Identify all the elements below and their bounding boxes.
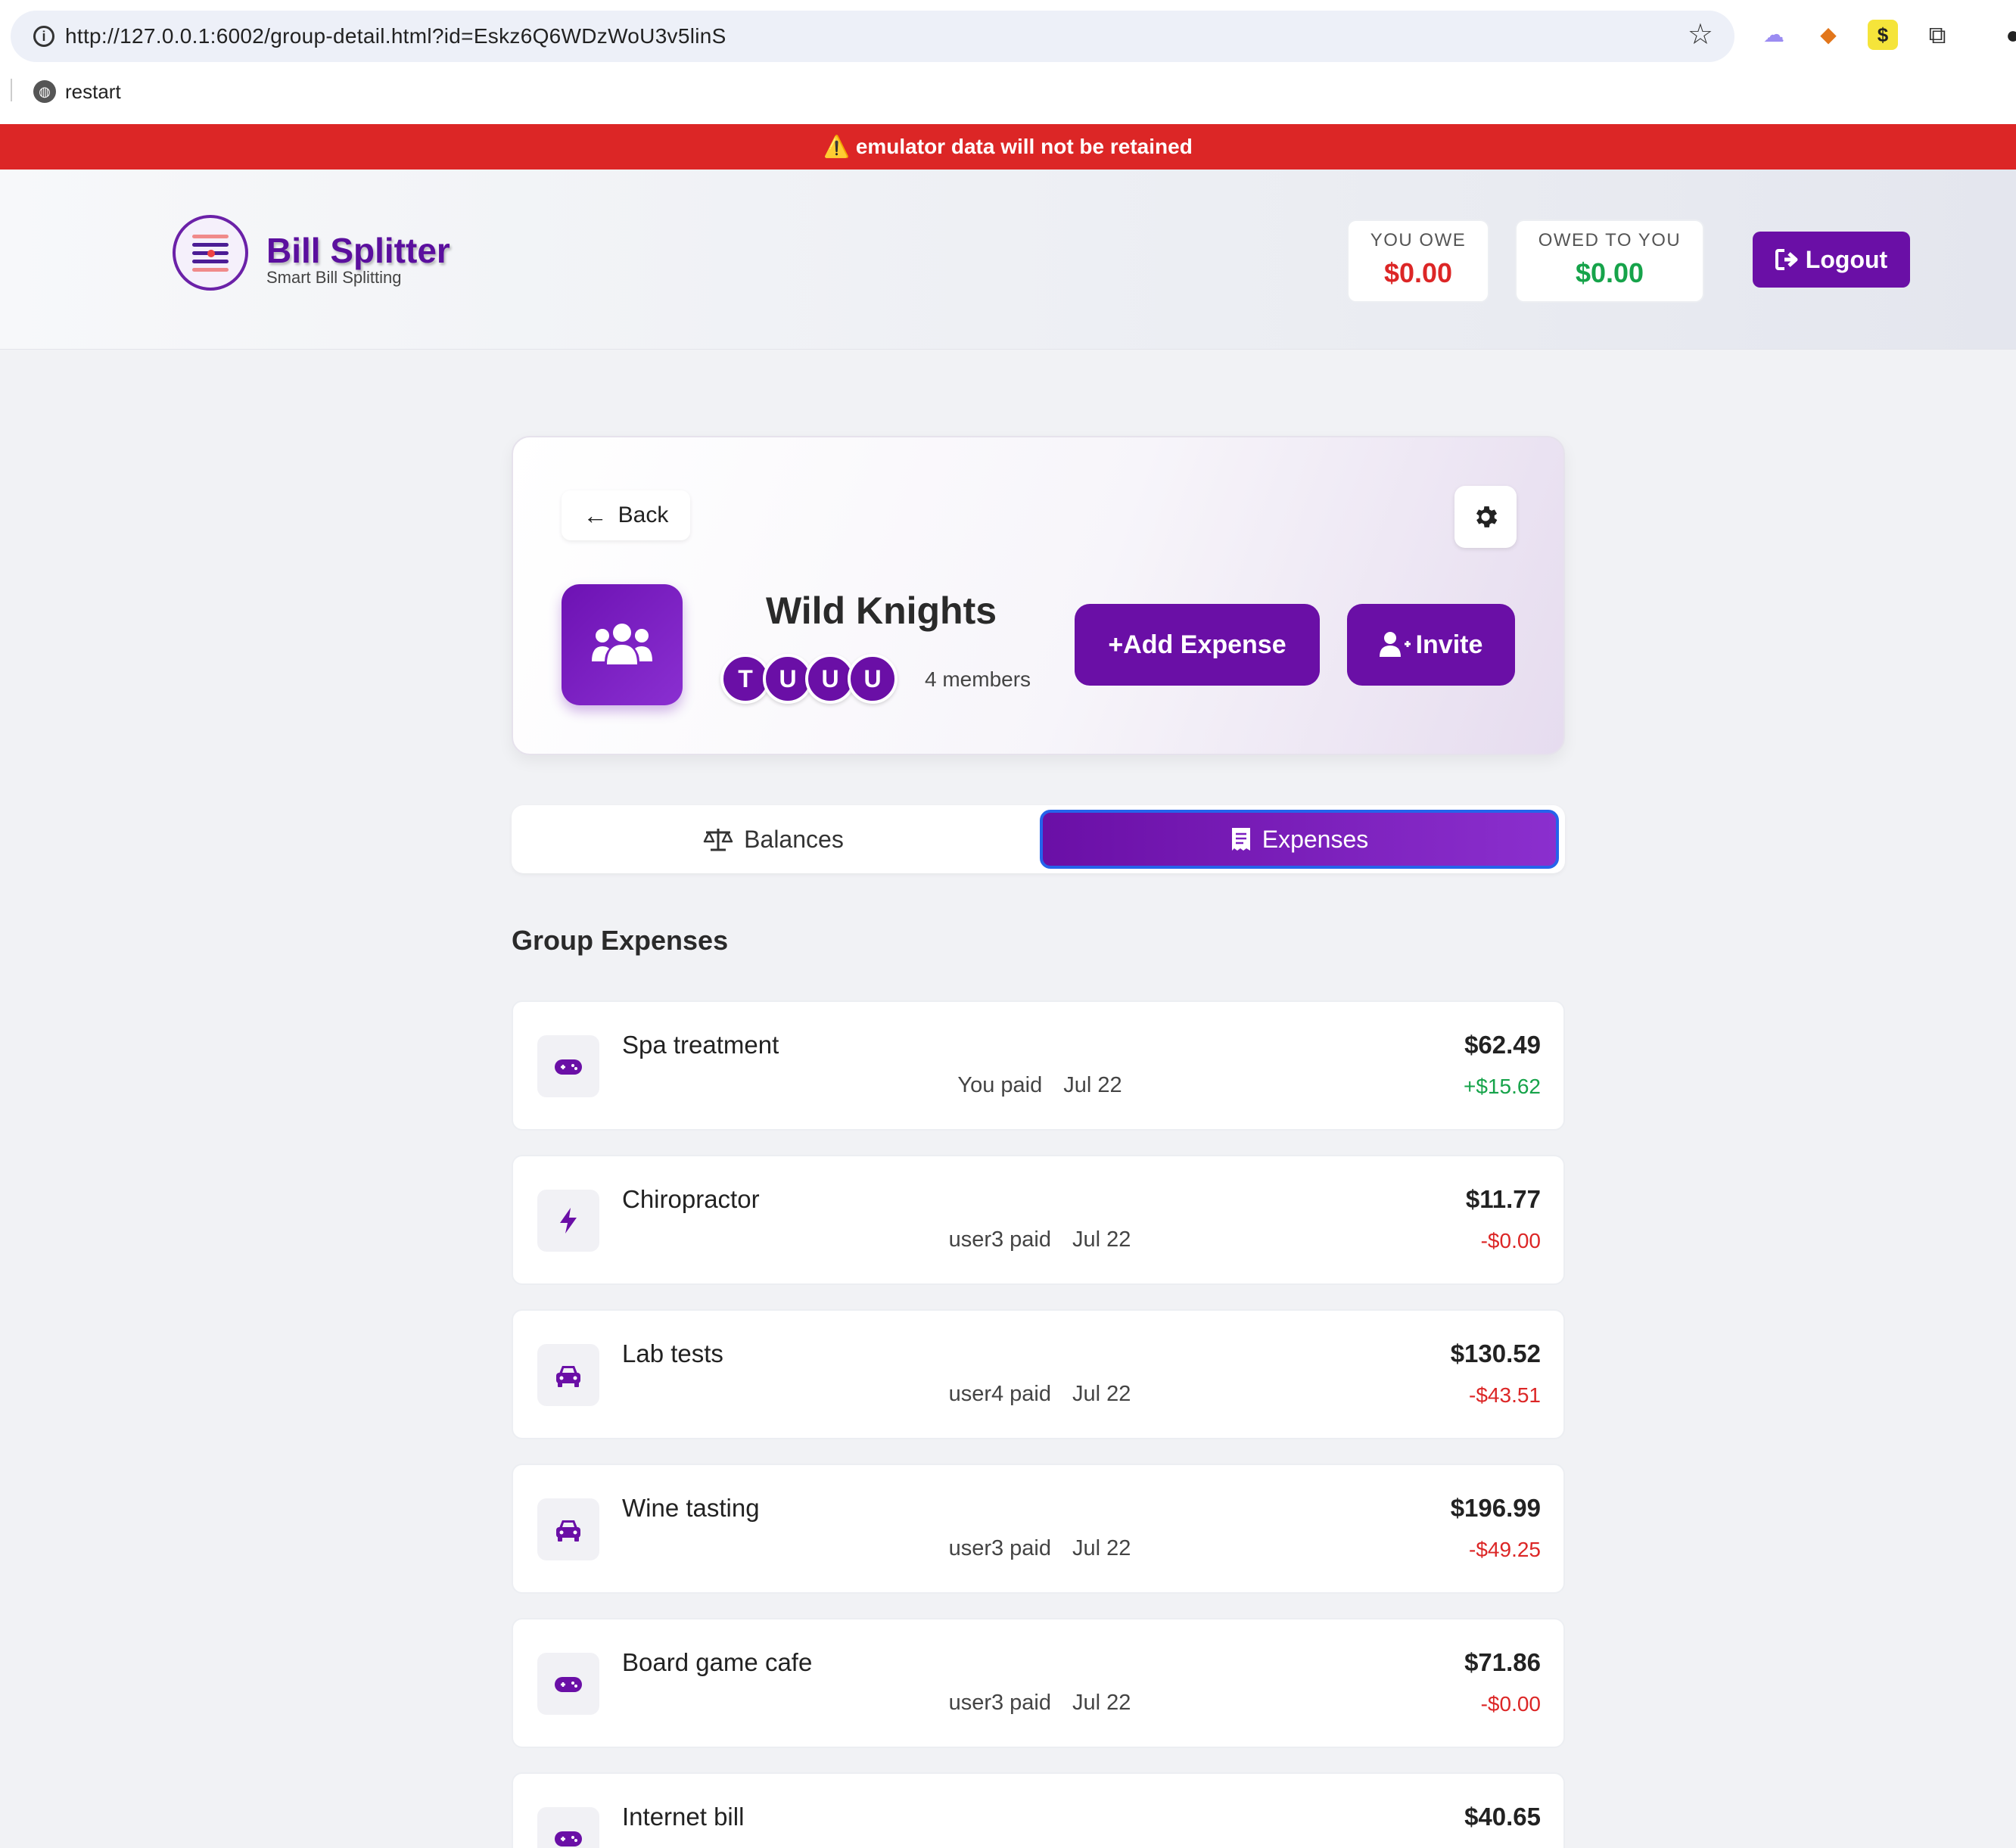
expense-meta: user3 paid Jul 22 [513,1536,1566,1561]
user-plus-icon [1379,632,1411,657]
expense-amount: $62.49 [1464,1031,1541,1059]
expense-row[interactable]: Spa treatment You paid Jul 22 $62.49 +$15… [512,1000,1565,1131]
bookmark-star-icon[interactable]: ☆ [1688,20,1713,50]
fox-extension-icon[interactable]: ◆ [1813,20,1843,50]
receipt-icon [1231,828,1250,851]
brand-title: Bill Splitter [266,231,450,270]
back-button[interactable]: ← Back [562,490,690,540]
logout-icon [1775,249,1798,270]
invite-label: Invite [1415,630,1483,659]
expense-name: Lab tests [622,1339,723,1367]
expense-amount: $40.65 [1464,1803,1541,1831]
expense-share: -$43.51 [1469,1383,1541,1407]
group-tabs: Balances Expenses [512,805,1565,873]
invite-button[interactable]: Invite [1347,604,1515,686]
expense-date: Jul 22 [1072,1536,1131,1560]
expense-name: Wine tasting [622,1494,760,1522]
expense-share: -$49.25 [1469,1538,1541,1561]
expense-amount: $130.52 [1450,1339,1541,1367]
expense-name: Board game cafe [622,1648,813,1676]
expense-meta: You paid Jul 22 [513,1073,1566,1098]
add-expense-button[interactable]: +Add Expense [1075,604,1320,686]
expense-row[interactable]: Wine tasting user3 paid Jul 22 $196.99 -$… [512,1464,1565,1594]
expense-date: Jul 22 [1072,1691,1131,1715]
expense-row[interactable]: Board game cafe user3 paid Jul 22 $71.86 … [512,1618,1565,1748]
expense-row[interactable]: Chiropractor user3 paid Jul 22 $11.77 -$0… [512,1155,1565,1285]
expense-meta: user3 paid Jul 22 [513,1227,1566,1252]
tab-expenses[interactable]: Expenses [1040,810,1559,869]
owed-to-you-value: $0.00 [1575,257,1644,288]
dollar-extension-icon[interactable]: $ [1868,20,1898,50]
tab-balances-label: Balances [744,825,844,853]
expense-name: Chiropractor [622,1185,760,1213]
members-count: 4 members [925,667,1031,691]
bookmark-label: restart [65,79,121,103]
member-avatar[interactable]: U [848,654,898,704]
group-name: Wild Knights [766,590,997,632]
tab-expenses-label: Expenses [1262,825,1369,853]
expense-payer: user4 paid [948,1382,1052,1406]
logout-button[interactable]: Logout [1753,232,1910,288]
bookmark-divider [11,79,12,101]
expense-date: Jul 22 [1063,1073,1122,1097]
brand-subtitle: Smart Bill Splitting [266,268,402,287]
expense-amount: $11.77 [1465,1185,1541,1213]
expense-amount: $71.86 [1464,1648,1541,1676]
expense-row[interactable]: Lab tests user4 paid Jul 22 $130.52 -$43.… [512,1309,1565,1439]
puzzle-extension-icon[interactable]: ⧉ [1922,20,1952,50]
group-avatar [562,584,683,705]
expense-name: Internet bill [622,1803,745,1831]
expense-payer: user3 paid [948,1691,1052,1715]
profile-icon[interactable]: ● [1998,20,2016,50]
url-text[interactable]: http://127.0.0.1:6002/group-detail.html?… [65,24,726,48]
expense-payer: You paid [957,1073,1043,1097]
gamepad-icon [537,1807,599,1848]
group-settings-button[interactable] [1454,486,1517,548]
scale-icon [703,829,733,851]
group-header-card: ← Back Wild Knights T U U U 4 members +A… [512,436,1565,755]
tab-balances[interactable]: Balances [516,810,1031,869]
ghost-extension-icon[interactable]: ☁ [1759,20,1789,50]
expense-payer: user3 paid [948,1227,1052,1252]
bill-splitter-logo[interactable] [173,215,248,291]
back-label: Back [618,502,669,527]
globe-icon: ◍ [33,80,56,103]
browser-chrome: i http://127.0.0.1:6002/group-detail.htm… [0,0,2016,124]
expense-name: Spa treatment [622,1031,779,1059]
expense-payer: user3 paid [948,1536,1052,1560]
expense-meta: user3 paid Jul 22 [513,1691,1566,1716]
section-title: Group Expenses [512,925,729,956]
expense-share: +$15.62 [1464,1075,1541,1098]
emulator-warning-banner: ⚠️ emulator data will not be retained [0,124,2016,170]
owed-to-you-card: OWED TO YOU $0.00 [1515,219,1704,303]
expense-row[interactable]: Internet bill $40.65 [512,1772,1565,1848]
expense-share: -$0.00 [1480,1692,1541,1716]
owed-to-you-label: OWED TO YOU [1538,230,1682,250]
users-icon [592,624,652,664]
expense-amount: $196.99 [1450,1494,1541,1522]
you-owe-card: YOU OWE $0.00 [1347,219,1489,303]
address-bar[interactable]: i http://127.0.0.1:6002/group-detail.htm… [11,11,1734,62]
expense-date: Jul 22 [1072,1227,1131,1252]
expense-share: -$0.00 [1480,1229,1541,1252]
arrow-left-icon: ← [583,501,608,529]
expense-date: Jul 22 [1072,1382,1131,1406]
gear-icon [1476,506,1498,527]
bookmark-restart[interactable]: ◍ restart [33,79,121,104]
site-info-icon[interactable]: i [33,26,54,47]
app-header: Bill Splitter Smart Bill Splitting YOU O… [0,170,2016,350]
logout-label: Logout [1805,245,1888,273]
expense-meta: user4 paid Jul 22 [513,1382,1566,1407]
you-owe-value: $0.00 [1383,257,1453,288]
you-owe-label: YOU OWE [1370,230,1467,250]
